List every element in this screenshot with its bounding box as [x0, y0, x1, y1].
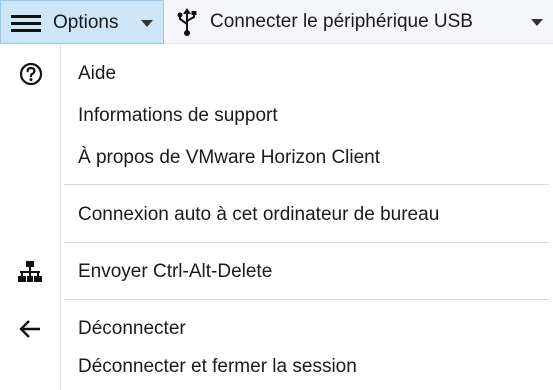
options-menu-button[interactable]: Options	[0, 0, 164, 44]
menu-item-disconnect-and-logoff[interactable]: Déconnecter et fermer la session	[0, 346, 553, 388]
menu-item-label: À propos de VMware Horizon Client	[78, 147, 381, 168]
usb-icon	[177, 8, 197, 36]
chevron-down-icon	[141, 20, 153, 27]
connect-usb-button[interactable]: Connecter le périphérique USB	[164, 0, 553, 44]
menu-item-label: Connexion auto à cet ordinateur de burea…	[78, 204, 440, 225]
menu-item-disconnect[interactable]: Déconnecter	[0, 308, 553, 350]
network-icon	[18, 261, 42, 282]
menu-item-label: Envoyer Ctrl-Alt-Delete	[78, 261, 273, 282]
hamburger-icon	[11, 15, 41, 33]
menu-item-label: Déconnecter	[78, 318, 186, 339]
chevron-down-icon	[531, 19, 543, 26]
options-label: Options	[53, 12, 119, 33]
options-dropdown-menu: Aide Informations de support À propos de…	[0, 44, 553, 390]
menu-separator	[64, 184, 549, 185]
menu-item-help[interactable]: Aide	[0, 53, 553, 95]
arrow-left-icon	[19, 320, 40, 338]
menu-separator	[64, 242, 549, 243]
menu-separator	[64, 299, 549, 300]
toolbar: Options Connecter le périphérique USB	[0, 0, 553, 44]
connect-usb-label: Connecter le périphérique USB	[210, 11, 473, 32]
menu-item-send-ctrl-alt-delete[interactable]: Envoyer Ctrl-Alt-Delete	[0, 251, 553, 293]
screen: Options Connecter le périphérique USB Ai…	[0, 0, 553, 390]
menu-item-label: Informations de support	[78, 105, 278, 126]
help-circle-icon	[19, 62, 43, 86]
menu-item-about[interactable]: À propos de VMware Horizon Client	[0, 137, 553, 179]
menu-item-label: Déconnecter et fermer la session	[78, 356, 357, 377]
menu-item-support-info[interactable]: Informations de support	[0, 95, 553, 137]
menu-item-label: Aide	[78, 63, 117, 84]
menu-item-auto-connect[interactable]: Connexion auto à cet ordinateur de burea…	[0, 194, 553, 236]
